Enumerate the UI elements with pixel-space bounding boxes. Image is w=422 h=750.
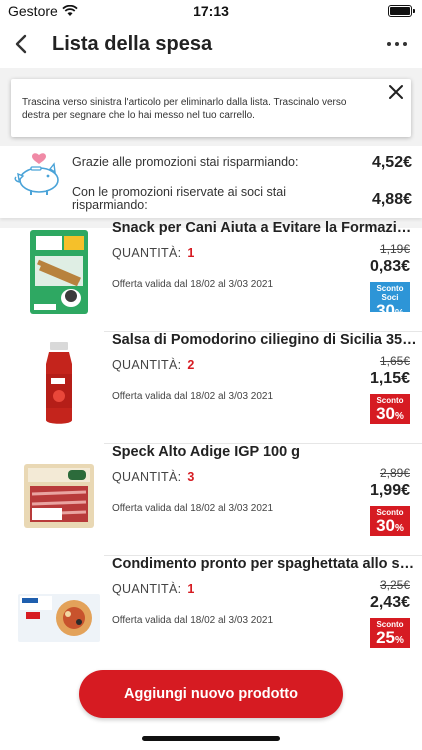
badge-label: Sconto Soci: [376, 284, 404, 302]
back-button[interactable]: [8, 30, 36, 58]
quantity-row: QUANTITÀ: 1: [112, 246, 195, 260]
quantity-value: 1: [187, 582, 195, 596]
new-price: 1,15€: [369, 370, 410, 387]
quantity-label: QUANTITÀ:: [112, 358, 182, 372]
promo-savings-amount: 4,52€: [371, 154, 412, 171]
quantity-row: QUANTITÀ: 3: [112, 470, 195, 484]
badge-value: 30%: [370, 405, 410, 426]
quantity-value: 1: [187, 246, 195, 260]
offer-validity: Offerta valida dal 18/02 al 3/03 2021: [112, 391, 274, 402]
product-image: [24, 464, 94, 528]
list-item[interactable]: Snack per Cani Aiuta a Evitare la Formaz…: [0, 220, 422, 332]
badge-unit: %: [395, 523, 404, 534]
old-price: 2,89€: [379, 466, 410, 480]
battery-icon: [388, 5, 415, 17]
product-image: [30, 230, 88, 314]
badge-number: 25: [376, 628, 395, 647]
quantity-label: QUANTITÀ:: [112, 582, 182, 596]
badge-number: 30: [376, 516, 395, 535]
offer-validity: Offerta valida dal 18/02 al 3/03 2021: [112, 279, 274, 290]
discount-badge: Sconto Soci 30%: [370, 282, 410, 320]
home-indicator[interactable]: [142, 736, 280, 741]
members-savings-label: Con le promozioni riservate ai soci stai…: [72, 185, 286, 212]
offer-validity: Offerta valida dal 18/02 al 3/03 2021: [112, 615, 274, 626]
promo-savings-label: Grazie alle promozioni stai risparmiando…: [72, 155, 299, 169]
quantity-label: QUANTITÀ:: [112, 470, 182, 484]
badge-unit: %: [395, 308, 404, 319]
savings-summary: Grazie alle promozioni stai risparmiando…: [0, 146, 422, 218]
quantity-row: QUANTITÀ: 1: [112, 582, 195, 596]
product-image: [18, 594, 100, 642]
new-price: 2,43€: [369, 594, 410, 611]
quantity-value: 2: [187, 358, 195, 372]
discount-badge: Sconto 30%: [370, 394, 410, 424]
quantity-label: QUANTITÀ:: [112, 246, 182, 260]
badge-unit: %: [395, 411, 404, 422]
badge-unit: %: [395, 635, 404, 646]
more-icon-dot: [403, 42, 407, 46]
old-price: 3,25€: [379, 578, 410, 592]
old-price: 1,65€: [379, 354, 410, 368]
status-time: 17:13: [193, 3, 229, 19]
promo-savings-row: Grazie alle promozioni stai risparmiando…: [72, 154, 412, 171]
product-name: Salsa di Pomodorino ciliegino di Sicilia…: [112, 332, 418, 348]
members-savings-row: Con le promozioni riservate ai soci stai…: [72, 186, 412, 212]
nav-bar: Lista della spesa: [0, 22, 422, 70]
badge-number: 30: [376, 404, 395, 423]
product-name: Condimento pronto per spaghettata allo s…: [112, 556, 418, 572]
add-product-button[interactable]: Aggiungi nuovo prodotto: [79, 670, 343, 718]
product-name: Speck Alto Adige IGP 100 g: [112, 444, 301, 460]
page-title: Lista della spesa: [52, 33, 213, 55]
close-button[interactable]: [387, 83, 405, 101]
badge-number: 30: [376, 301, 395, 320]
status-bar: Gestore 17:13: [0, 0, 422, 22]
close-icon: [389, 85, 403, 99]
old-price: 1,19€: [379, 242, 410, 256]
new-price: 0,83€: [369, 258, 410, 275]
product-name: Snack per Cani Aiuta a Evitare la Formaz…: [112, 220, 418, 236]
badge-value: 30%: [370, 517, 410, 538]
badge-value: 25%: [370, 629, 410, 650]
list-item[interactable]: Speck Alto Adige IGP 100 g QUANTITÀ: 3 Of…: [0, 444, 422, 556]
product-image: [46, 342, 72, 424]
new-price: 1,99€: [369, 482, 410, 499]
badge-value: 30%: [370, 302, 410, 323]
more-icon-dot: [395, 42, 399, 46]
piggy-bank-icon: [14, 153, 59, 195]
list-item[interactable]: Condimento pronto per spaghettata allo s…: [0, 556, 422, 668]
back-icon: [15, 34, 27, 54]
more-button[interactable]: [382, 30, 412, 58]
more-icon: [387, 42, 391, 46]
info-box: Trascina verso sinistra l'articolo per e…: [11, 79, 411, 137]
offer-validity: Offerta valida dal 18/02 al 3/03 2021: [112, 503, 274, 514]
info-text: Trascina verso sinistra l'articolo per e…: [22, 97, 347, 121]
members-savings-amount: 4,88€: [371, 191, 412, 208]
discount-badge: Sconto 30%: [370, 506, 410, 536]
discount-badge: Sconto 25%: [370, 618, 410, 648]
quantity-value: 3: [187, 470, 195, 484]
quantity-row: QUANTITÀ: 2: [112, 358, 195, 372]
list-item[interactable]: Salsa di Pomodorino ciliegino di Sicilia…: [0, 332, 422, 444]
